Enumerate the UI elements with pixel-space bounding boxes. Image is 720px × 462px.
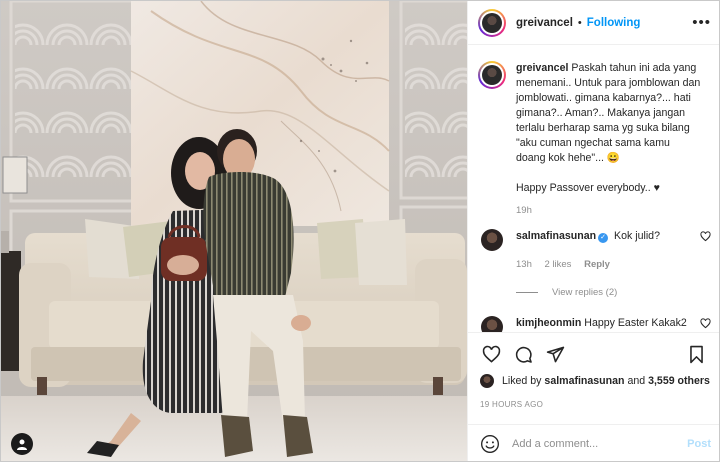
caption-text: Paskah tahun ini ada yang menemani.. Unt… bbox=[516, 62, 701, 164]
post-header: greivancel • Following ••• bbox=[468, 1, 719, 45]
post-actions bbox=[468, 332, 719, 376]
comment-item: salmafinasunan ✓ Kok julid? bbox=[478, 229, 711, 251]
post-image bbox=[1, 1, 467, 461]
comment-item: kimjheonmin Happy Easter Kakak2 bbox=[478, 316, 711, 332]
following-button[interactable]: Following bbox=[587, 17, 641, 29]
reply-button[interactable]: Reply bbox=[584, 259, 610, 270]
comment-likes[interactable]: 2 likes bbox=[545, 259, 572, 270]
caption: greivancel Paskah tahun ini ada yang men… bbox=[478, 61, 711, 196]
verified-badge-icon: ✓ bbox=[598, 233, 609, 243]
comment-text: Happy Easter Kakak2 bbox=[584, 317, 687, 329]
post-comment-button[interactable]: Post bbox=[687, 438, 711, 450]
caption-age: 19h bbox=[516, 205, 532, 216]
caption-extra: Happy Passover everybody.. ♥ bbox=[516, 182, 660, 194]
view-replies-button[interactable]: View replies (2) bbox=[516, 287, 711, 298]
liker-username[interactable]: salmafinasunan bbox=[544, 375, 624, 387]
caption-username[interactable]: greivancel bbox=[516, 62, 568, 74]
replies-line bbox=[516, 292, 538, 293]
comment-avatar[interactable] bbox=[481, 316, 503, 332]
liker-avatar[interactable] bbox=[480, 374, 494, 388]
comment-age: 13h bbox=[516, 259, 532, 270]
header-username[interactable]: greivancel bbox=[516, 17, 573, 29]
caption-text-block: greivancel Paskah tahun ini ada yang men… bbox=[516, 61, 702, 196]
comment-text: Kok julid? bbox=[614, 230, 660, 242]
user-tag-icon[interactable] bbox=[11, 433, 33, 455]
comment-text-block: salmafinasunan ✓ Kok julid? bbox=[516, 229, 660, 251]
heart-icon[interactable] bbox=[476, 340, 506, 370]
caption-avatar[interactable] bbox=[478, 61, 506, 89]
likes-text: Liked by salmafinasunan and 3,559 others bbox=[502, 375, 710, 387]
comment-like-heart-icon[interactable] bbox=[700, 231, 711, 245]
post-photo[interactable] bbox=[1, 1, 467, 461]
person-icon bbox=[17, 439, 27, 450]
instagram-post-window: greivancel • Following ••• greivancel Pa… bbox=[0, 0, 720, 462]
comment-text-block: kimjheonmin Happy Easter Kakak2 bbox=[516, 316, 687, 332]
comment-username[interactable]: salmafinasunan bbox=[516, 230, 596, 242]
avatar[interactable] bbox=[478, 8, 506, 37]
likes-summary: Liked by salmafinasunan and 3,559 others bbox=[480, 374, 713, 388]
comment-meta: 13h 2 likes Reply bbox=[516, 259, 711, 270]
comment-avatar[interactable] bbox=[481, 229, 503, 251]
emoji-icon[interactable] bbox=[480, 434, 500, 454]
comments-scroll[interactable]: greivancel Paskah tahun ini ada yang men… bbox=[468, 45, 719, 332]
comment-like-heart-icon[interactable] bbox=[700, 318, 711, 332]
post-timestamp[interactable]: 19 HOURS AGO bbox=[480, 400, 543, 409]
post-side-panel: greivancel • Following ••• greivancel Pa… bbox=[467, 1, 719, 461]
separator-dot: • bbox=[577, 16, 582, 29]
comment-icon[interactable] bbox=[508, 340, 538, 370]
likes-and-label: and bbox=[627, 375, 646, 387]
others-count[interactable]: 3,559 others bbox=[648, 375, 710, 387]
view-replies-label: View replies (2) bbox=[552, 287, 618, 298]
add-comment-bar: Post bbox=[468, 424, 719, 461]
liked-by-label: Liked by bbox=[502, 375, 542, 387]
comment-username[interactable]: kimjheonmin bbox=[516, 317, 581, 329]
share-icon[interactable] bbox=[540, 340, 570, 370]
comment-input[interactable] bbox=[512, 438, 688, 450]
bookmark-icon[interactable] bbox=[681, 340, 711, 370]
more-options-icon[interactable]: ••• bbox=[692, 14, 711, 31]
